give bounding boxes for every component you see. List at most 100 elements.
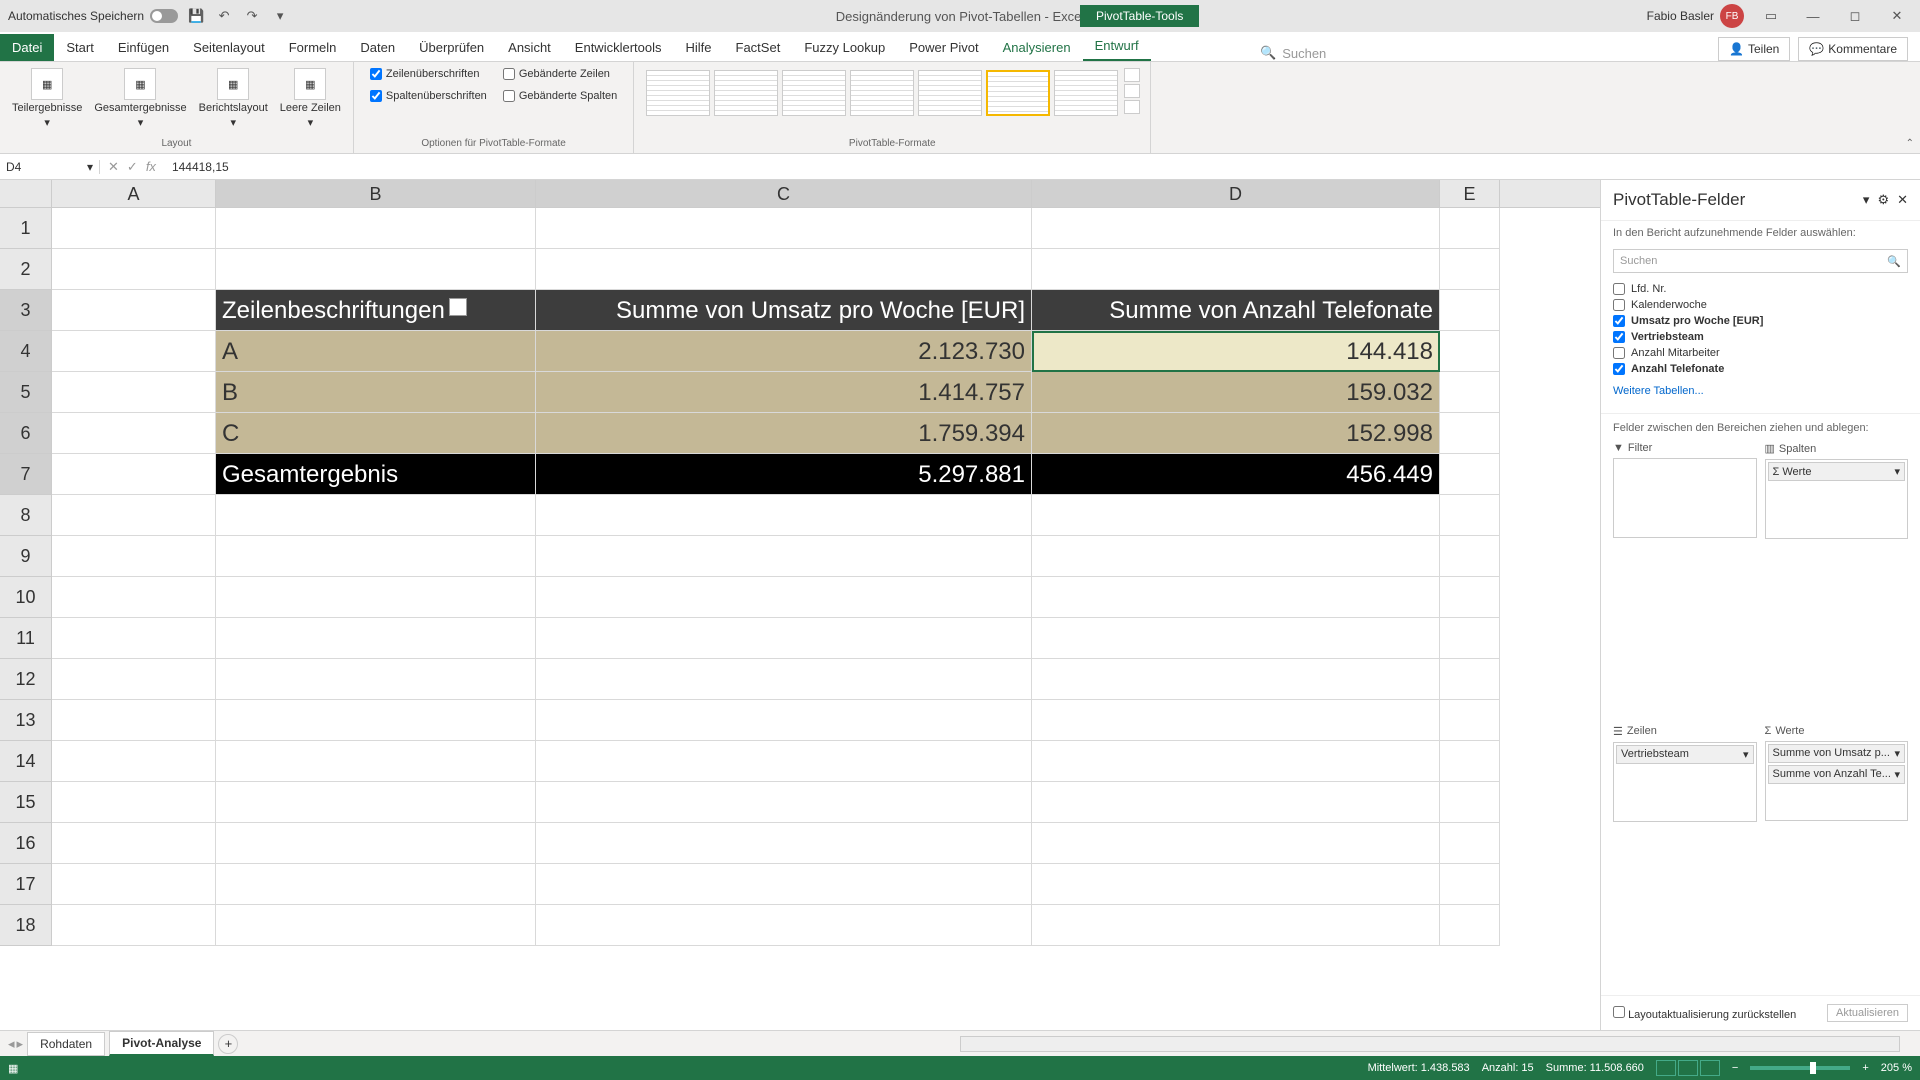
formula-input[interactable]: 144418,15 bbox=[164, 160, 1920, 174]
field-search-input[interactable]: Suchen 🔍 bbox=[1613, 249, 1908, 273]
cell[interactable]: 152.998 bbox=[1032, 413, 1440, 454]
style-thumb[interactable] bbox=[782, 70, 846, 116]
row-header[interactable]: 7 bbox=[0, 454, 52, 495]
cell[interactable]: Summe von Anzahl Telefonate bbox=[1032, 290, 1440, 331]
cell[interactable] bbox=[52, 331, 216, 372]
cell[interactable] bbox=[1440, 536, 1500, 577]
field-item[interactable]: Vertriebsteam bbox=[1613, 329, 1908, 345]
style-thumb[interactable] bbox=[850, 70, 914, 116]
cell[interactable] bbox=[536, 249, 1032, 290]
more-tables-link[interactable]: Weitere Tabellen... bbox=[1601, 381, 1920, 401]
style-thumb[interactable] bbox=[646, 70, 710, 116]
tab-developer[interactable]: Entwicklertools bbox=[563, 34, 674, 61]
banded-rows-checkbox[interactable]: Gebänderte Zeilen bbox=[503, 66, 617, 82]
cell[interactable]: 159.032 bbox=[1032, 372, 1440, 413]
gallery-expand[interactable] bbox=[1124, 100, 1140, 114]
toggle-switch[interactable] bbox=[150, 9, 178, 23]
row-header[interactable]: 14 bbox=[0, 741, 52, 782]
row-header[interactable]: 1 bbox=[0, 208, 52, 249]
tab-page-layout[interactable]: Seitenlayout bbox=[181, 34, 277, 61]
cell[interactable] bbox=[216, 864, 536, 905]
cell[interactable] bbox=[536, 864, 1032, 905]
blank-rows-button[interactable]: ▦Leere Zeilen▾ bbox=[276, 66, 345, 131]
tab-analyze[interactable]: Analysieren bbox=[991, 34, 1083, 61]
cell[interactable]: C bbox=[216, 413, 536, 454]
close-icon[interactable]: ✕ bbox=[1882, 4, 1912, 28]
cell[interactable] bbox=[536, 659, 1032, 700]
tab-fuzzy[interactable]: Fuzzy Lookup bbox=[792, 34, 897, 61]
add-sheet-button[interactable]: + bbox=[218, 1034, 238, 1054]
close-pane-icon[interactable]: ✕ bbox=[1897, 192, 1908, 208]
col-header-d[interactable]: D bbox=[1032, 180, 1440, 207]
style-thumb-selected[interactable] bbox=[986, 70, 1050, 116]
subtotals-button[interactable]: ▦Teilergebnisse▾ bbox=[8, 66, 86, 131]
row-header[interactable]: 5 bbox=[0, 372, 52, 413]
chevron-down-icon[interactable]: ▾ bbox=[1743, 748, 1749, 761]
cell[interactable] bbox=[536, 577, 1032, 618]
defer-update-checkbox[interactable]: Layoutaktualisierung zurückstellen bbox=[1613, 1006, 1796, 1021]
cell[interactable]: 456.449 bbox=[1032, 454, 1440, 495]
select-all-corner[interactable] bbox=[0, 180, 52, 207]
row-header[interactable]: 2 bbox=[0, 249, 52, 290]
collapse-ribbon-icon[interactable]: ⌃ bbox=[1906, 138, 1914, 149]
cell[interactable] bbox=[1440, 864, 1500, 905]
drop-item[interactable]: Summe von Umsatz p...▾ bbox=[1768, 744, 1906, 763]
row-header[interactable]: 16 bbox=[0, 823, 52, 864]
cell[interactable] bbox=[1032, 782, 1440, 823]
cell[interactable] bbox=[216, 208, 536, 249]
cell[interactable] bbox=[216, 700, 536, 741]
style-thumb[interactable] bbox=[1054, 70, 1118, 116]
cell[interactable] bbox=[1032, 208, 1440, 249]
col-header-a[interactable]: A bbox=[52, 180, 216, 207]
tab-view[interactable]: Ansicht bbox=[496, 34, 563, 61]
drop-item[interactable]: Summe von Anzahl Te...▾ bbox=[1768, 765, 1906, 784]
tab-file[interactable]: Datei bbox=[0, 34, 54, 61]
col-header-e[interactable]: E bbox=[1440, 180, 1500, 207]
cell[interactable] bbox=[52, 290, 216, 331]
cancel-formula-icon[interactable]: ✕ bbox=[108, 159, 119, 175]
gear-icon[interactable]: ⚙ bbox=[1877, 192, 1889, 208]
field-item[interactable]: Kalenderwoche bbox=[1613, 297, 1908, 313]
chevron-down-icon[interactable]: ▾ bbox=[1894, 465, 1900, 478]
field-item[interactable]: Umsatz pro Woche [EUR] bbox=[1613, 313, 1908, 329]
drop-item[interactable]: Σ Werte▾ bbox=[1768, 462, 1906, 481]
col-headers-checkbox[interactable]: Spaltenüberschriften bbox=[370, 88, 487, 104]
ribbon-options-icon[interactable]: ▭ bbox=[1756, 4, 1786, 28]
cell[interactable] bbox=[52, 413, 216, 454]
rows-drop-area[interactable]: Vertriebsteam▾ bbox=[1613, 742, 1757, 822]
cell[interactable]: 2.123.730 bbox=[536, 331, 1032, 372]
tab-formulas[interactable]: Formeln bbox=[277, 34, 349, 61]
redo-icon[interactable]: ↷ bbox=[242, 6, 262, 26]
zoom-in-icon[interactable]: + bbox=[1862, 1062, 1868, 1074]
cell[interactable] bbox=[1440, 331, 1500, 372]
style-thumb[interactable] bbox=[918, 70, 982, 116]
cell[interactable]: B bbox=[216, 372, 536, 413]
gallery-scroll-up[interactable] bbox=[1124, 68, 1140, 82]
cell[interactable] bbox=[1032, 249, 1440, 290]
pane-layout-icon[interactable]: ▾ bbox=[1863, 192, 1870, 208]
row-headers-checkbox[interactable]: Zeilenüberschriften bbox=[370, 66, 487, 82]
maximize-icon[interactable]: ◻ bbox=[1840, 4, 1870, 28]
autosave-toggle[interactable]: Automatisches Speichern bbox=[8, 9, 178, 23]
name-box[interactable]: D4▾ bbox=[0, 160, 100, 174]
sheet-nav-next[interactable]: ▸ bbox=[17, 1036, 24, 1052]
zoom-slider[interactable] bbox=[1750, 1066, 1850, 1070]
spreadsheet-grid[interactable]: A B C D E 123ZeilenbeschriftungenSumme v… bbox=[0, 180, 1600, 1030]
cell[interactable] bbox=[216, 495, 536, 536]
cell[interactable] bbox=[216, 536, 536, 577]
cell[interactable]: Summe von Umsatz pro Woche [EUR] bbox=[536, 290, 1032, 331]
cell[interactable] bbox=[52, 782, 216, 823]
cell[interactable] bbox=[536, 905, 1032, 946]
comments-button[interactable]: 💬Kommentare bbox=[1798, 37, 1908, 61]
style-thumb[interactable] bbox=[714, 70, 778, 116]
columns-drop-area[interactable]: Σ Werte▾ bbox=[1765, 459, 1909, 539]
grand-totals-button[interactable]: ▦Gesamtergebnisse▾ bbox=[90, 66, 190, 131]
cell[interactable] bbox=[1440, 454, 1500, 495]
cell[interactable] bbox=[52, 249, 216, 290]
filter-drop-area[interactable] bbox=[1613, 458, 1757, 538]
view-normal-icon[interactable] bbox=[1656, 1060, 1676, 1076]
cell[interactable] bbox=[1440, 577, 1500, 618]
cell[interactable]: Gesamtergebnis bbox=[216, 454, 536, 495]
cell[interactable] bbox=[536, 495, 1032, 536]
cell[interactable] bbox=[536, 618, 1032, 659]
